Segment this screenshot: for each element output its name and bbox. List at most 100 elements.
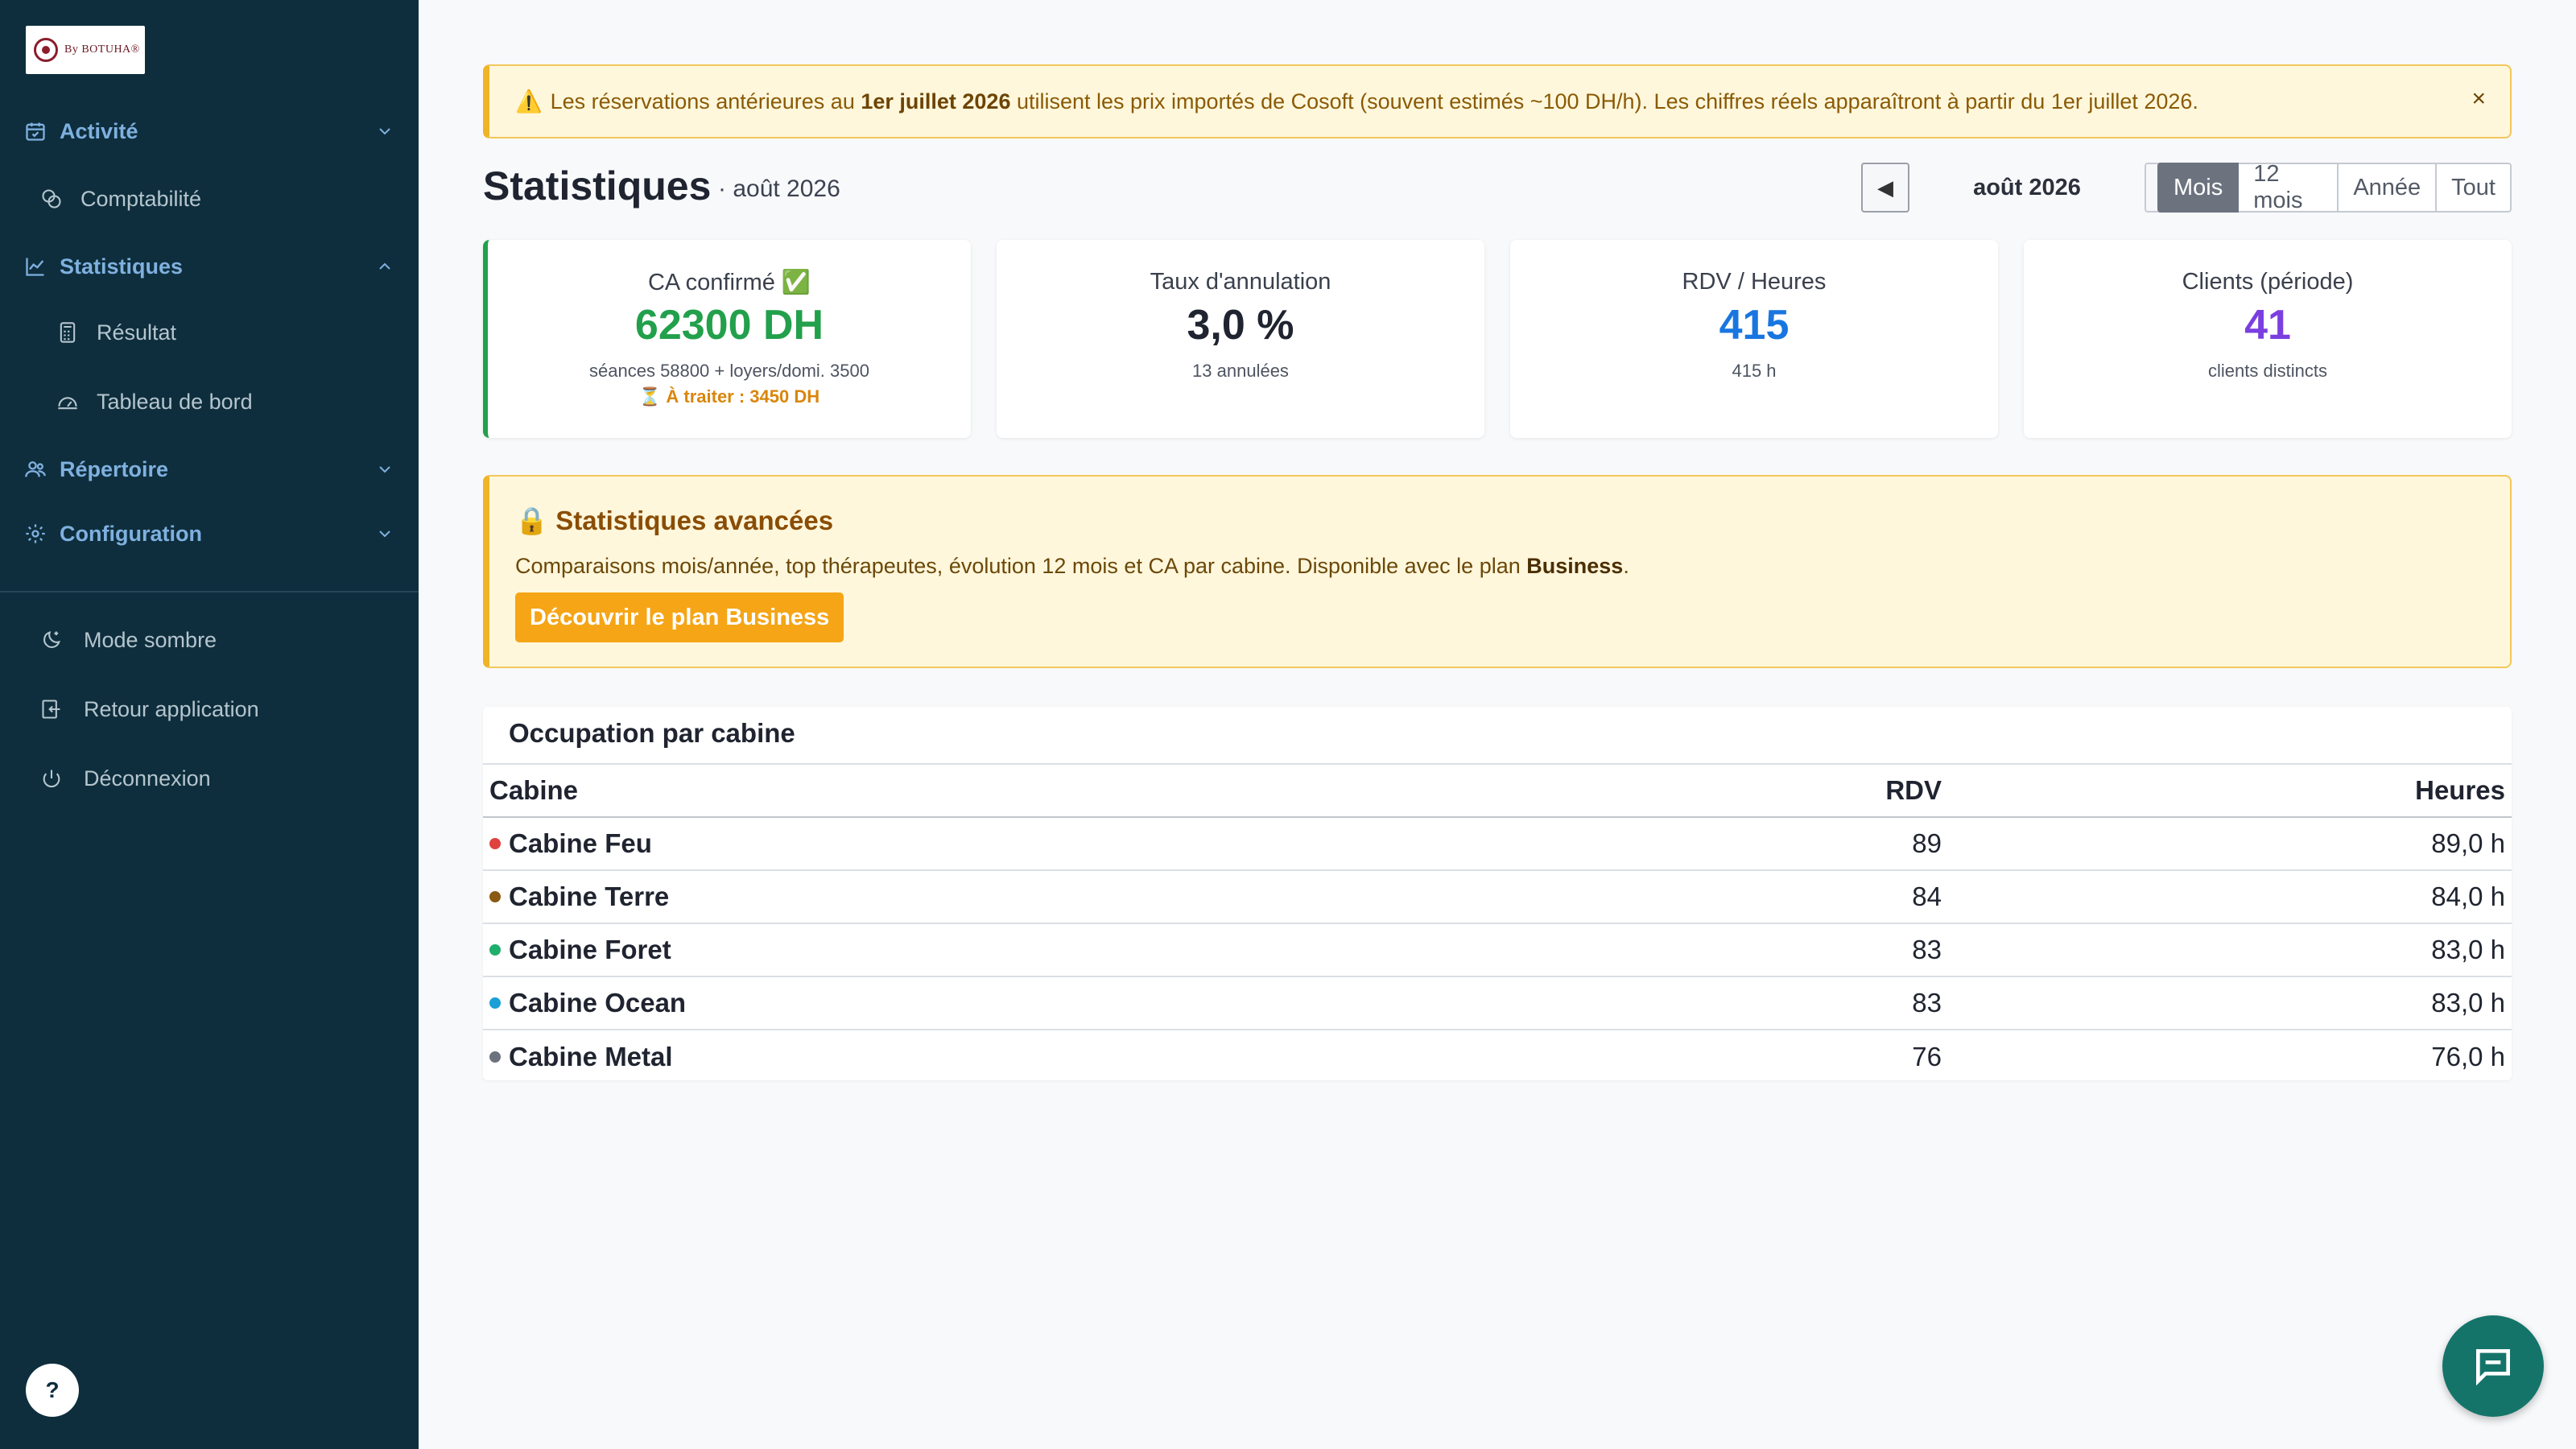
sidebar-return-app[interactable]: Retour application <box>0 689 419 729</box>
help-button[interactable]: ? <box>26 1364 79 1417</box>
rdv-cell: 83 <box>1674 923 1948 976</box>
rdv-cell: 83 <box>1674 976 1948 1030</box>
prev-period-button[interactable]: ◀ <box>1861 163 1909 213</box>
chat-button[interactable] <box>2442 1315 2544 1417</box>
close-icon[interactable]: × <box>2471 85 2486 113</box>
kpi-label: Clients (période) <box>2182 269 2354 295</box>
hours-cell: 76,0 h <box>1948 1029 2512 1083</box>
sidebar-item-resultat[interactable]: Résultat <box>0 312 419 353</box>
sidebar-item-comptabilite[interactable]: Comptabilité <box>0 179 419 219</box>
range-month-button[interactable]: Mois <box>2157 163 2240 213</box>
cabine-cell: Cabine Foret <box>483 923 1674 976</box>
column-header-rdv: RDV <box>1674 763 1948 818</box>
rdv-cell: 76 <box>1674 1029 1948 1083</box>
upsell-text-plan: Business <box>1526 554 1624 578</box>
kpi-value: 41 <box>2244 302 2291 349</box>
upsell-title: 🔒 Statistiques avancées <box>515 506 834 535</box>
sidebar-item-configuration[interactable]: Configuration <box>0 514 419 554</box>
power-icon <box>40 767 63 790</box>
kpi-cards: CA confirmé ✅ 62300 DH séances 58800 + l… <box>483 240 2512 438</box>
hours-cell: 84,0 h <box>1948 869 2512 923</box>
chevron-down-icon <box>379 128 390 135</box>
cabine-color-dot <box>489 838 501 850</box>
cabine-name: Cabine Ocean <box>509 988 687 1018</box>
table-row: Cabine Ocean 83 83,0 h <box>483 976 2512 1030</box>
upsell-text: Comparaisons mois/année, top thérapeutes… <box>515 554 1629 579</box>
kpi-subtext: clients distincts <box>2208 361 2327 381</box>
page-subtitle: · août 2026 <box>718 175 840 202</box>
logo-text: By BOTUHA® <box>64 43 140 56</box>
discover-business-button[interactable]: Découvrir le plan Business <box>515 592 844 642</box>
banner-text-bold: 1er juillet 2026 <box>861 89 1011 114</box>
upsell-text-main: Comparaisons mois/année, top thérapeutes… <box>515 554 1527 578</box>
banner-text-suffix: utilisent les prix importés de Cosoft (s… <box>1010 89 2198 114</box>
gauge-icon <box>56 390 79 413</box>
warning-banner: ⚠️ Les réservations antérieures au 1er j… <box>483 64 2512 138</box>
rdv-cell: 89 <box>1674 816 1948 870</box>
hours-cell: 83,0 h <box>1948 976 2512 1030</box>
cabine-name: Cabine Feu <box>509 828 652 858</box>
occupation-table: Cabine RDV Heures Cabine Feu 89 89,0 h C… <box>483 763 2512 1083</box>
kpi-value: 3,0 % <box>1187 302 1294 349</box>
occupation-title: Occupation par cabine <box>509 718 795 748</box>
kpi-label: RDV / Heures <box>1682 269 1827 295</box>
sidebar-item-tableau-de-bord[interactable]: Tableau de bord <box>0 382 419 422</box>
sidebar: By BOTUHA® Activité Comptabilité Statist… <box>0 0 419 1449</box>
banner-text-prefix: Les réservations antérieures au <box>550 89 861 114</box>
sidebar-item-statistiques[interactable]: Statistiques <box>0 246 419 287</box>
column-header-cabine: Cabine <box>483 763 1674 818</box>
sidebar-item-label: Tableau de bord <box>97 389 253 414</box>
table-row: Cabine Feu 89 89,0 h <box>483 816 2512 870</box>
sidebar-item-label: Résultat <box>97 320 177 345</box>
sidebar-item-label: Comptabilité <box>80 186 202 211</box>
cabine-color-dot <box>489 944 501 956</box>
hours-cell: 83,0 h <box>1948 923 2512 976</box>
table-header-row: Cabine RDV Heures <box>483 763 2512 818</box>
chart-line-icon <box>24 255 47 278</box>
cabine-cell: Cabine Ocean <box>483 976 1674 1030</box>
banner-text: Les réservations antérieures au 1er juil… <box>551 89 2198 114</box>
sidebar-item-repertoire[interactable]: Répertoire <box>0 449 419 489</box>
table-row: Cabine Terre 84 84,0 h <box>483 869 2512 923</box>
upsell-text-end: . <box>1623 554 1629 578</box>
sidebar-item-label: Déconnexion <box>84 766 211 791</box>
upsell-panel: 🔒 Statistiques avancées Comparaisons moi… <box>483 475 2512 668</box>
kpi-subtext: 13 annulées <box>1192 361 1289 381</box>
cabine-cell: Cabine Terre <box>483 869 1674 923</box>
cabine-color-dot <box>489 997 501 1009</box>
sidebar-item-label: Retour application <box>84 696 259 721</box>
page-header: Statistiques · août 2026 ◀ août 2026 ▶ M… <box>483 161 2512 219</box>
sidebar-dark-mode-toggle[interactable]: Mode sombre <box>0 620 419 660</box>
chat-bubble-icon <box>2476 1349 2510 1386</box>
kpi-label: CA confirmé ✅ <box>647 270 811 295</box>
cabine-name: Cabine Metal <box>509 1041 673 1071</box>
range-all-button[interactable]: Tout <box>2437 163 2512 213</box>
return-icon <box>40 698 63 720</box>
kpi-card-clients: Clients (période) 41 clients distincts <box>2024 240 2512 438</box>
cabine-name: Cabine Terre <box>509 881 670 911</box>
users-icon <box>24 458 47 481</box>
kpi-value: 415 <box>1719 302 1790 349</box>
sidebar-item-label: Répertoire <box>60 456 169 481</box>
sidebar-logout[interactable]: Déconnexion <box>0 758 419 799</box>
sidebar-item-label: Statistiques <box>60 254 184 279</box>
kpi-value: 62300 DH <box>634 302 824 349</box>
cabine-color-dot <box>489 891 501 903</box>
range-12-months-button[interactable]: 12 mois <box>2239 161 2339 213</box>
cabine-cell: Cabine Feu <box>483 816 1674 870</box>
brand-logo[interactable]: By BOTUHA® <box>26 26 145 74</box>
hours-cell: 89,0 h <box>1948 816 2512 870</box>
kpi-card-cancellation: Taux d'annulation 3,0 % 13 annulées <box>997 240 1484 438</box>
kpi-label: Taux d'annulation <box>1150 269 1331 295</box>
kpi-subtext: 415 h <box>1732 361 1777 381</box>
warning-icon: ⚠️ <box>515 89 543 114</box>
sidebar-item-label: Activité <box>60 118 138 143</box>
kpi-card-revenue: CA confirmé ✅ 62300 DH séances 58800 + l… <box>483 240 971 438</box>
gear-icon <box>24 522 47 545</box>
coins-icon <box>40 188 63 210</box>
cabine-color-dot <box>489 1051 501 1063</box>
kpi-card-appointments: RDV / Heures 415 415 h <box>1510 240 1998 438</box>
range-year-button[interactable]: Année <box>2339 163 2438 213</box>
sidebar-item-activite[interactable]: Activité <box>0 111 419 151</box>
occupation-card: Occupation par cabine Cabine RDV Heures … <box>483 707 2512 1083</box>
